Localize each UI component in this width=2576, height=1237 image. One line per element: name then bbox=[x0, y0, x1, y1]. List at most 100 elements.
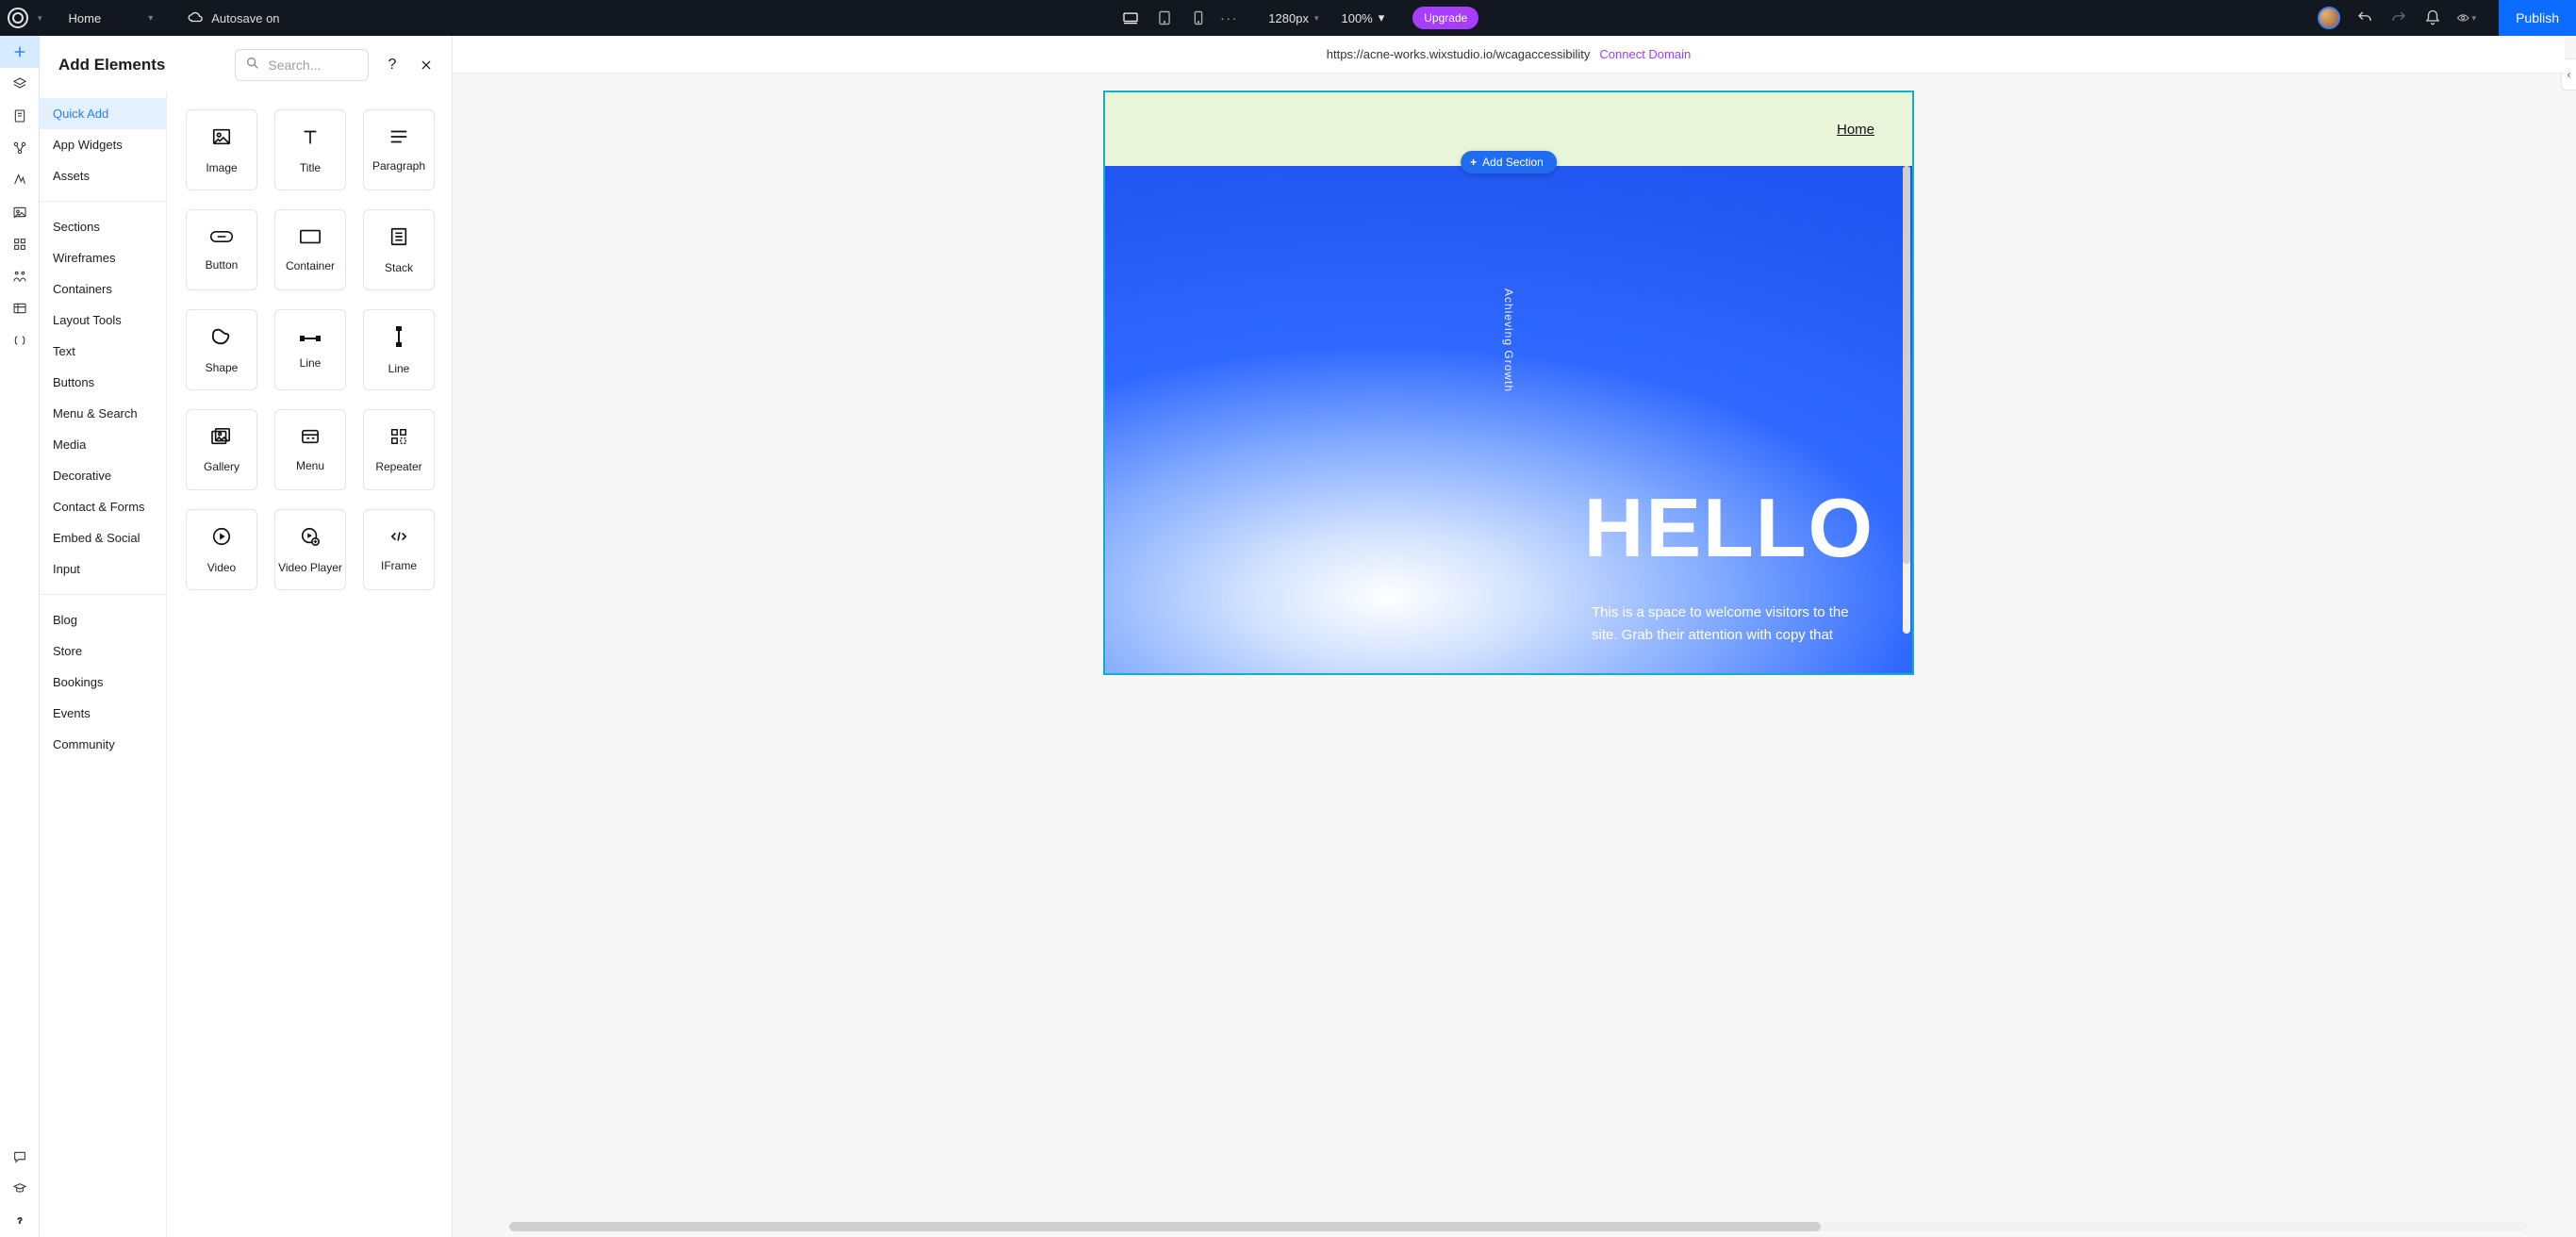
vertical-text[interactable]: Achieving Growth bbox=[1502, 289, 1515, 392]
element-video[interactable]: Video bbox=[186, 509, 257, 590]
device-desktop-button[interactable] bbox=[1118, 6, 1143, 30]
topbar-right: ▾ Publish bbox=[2318, 0, 2576, 36]
category-assets[interactable]: Assets bbox=[40, 160, 166, 191]
rail-add-elements[interactable] bbox=[0, 36, 40, 68]
search-input[interactable] bbox=[268, 58, 358, 73]
rail-code[interactable] bbox=[0, 324, 40, 356]
category-store[interactable]: Store bbox=[40, 635, 166, 667]
container-icon bbox=[299, 228, 322, 250]
element-video-player[interactable]: Video Player bbox=[274, 509, 346, 590]
rail-learn[interactable] bbox=[0, 1173, 40, 1205]
page-selector[interactable]: Home ▾ bbox=[59, 8, 163, 29]
upgrade-button[interactable]: Upgrade bbox=[1412, 7, 1478, 29]
rail-business[interactable] bbox=[0, 260, 40, 292]
canvas-width-value: 1280px bbox=[1268, 11, 1309, 25]
hero-section[interactable]: Achieving Growth HELLO This is a space t… bbox=[1105, 166, 1912, 673]
hero-subcopy[interactable]: This is a space to welcome visitors to t… bbox=[1592, 602, 1874, 647]
category-menu-search[interactable]: Menu & Search bbox=[40, 398, 166, 429]
element-menu[interactable]: Menu bbox=[274, 409, 346, 490]
preview-button[interactable]: ▾ bbox=[2457, 8, 2476, 27]
connect-domain-link[interactable]: Connect Domain bbox=[1599, 47, 1691, 61]
topbar-left: ▾ Home ▾ Autosave on bbox=[0, 8, 280, 29]
element-title[interactable]: Title bbox=[274, 109, 346, 190]
category-app-widgets[interactable]: App Widgets bbox=[40, 129, 166, 160]
rail-help[interactable]: ? bbox=[0, 1205, 40, 1237]
category-layout-tools[interactable]: Layout Tools bbox=[40, 305, 166, 336]
help-button[interactable]: ? bbox=[382, 55, 403, 75]
category-community[interactable]: Community bbox=[40, 729, 166, 760]
element-label: Menu bbox=[296, 459, 324, 472]
redo-button[interactable] bbox=[2389, 8, 2408, 27]
nav-link-home[interactable]: Home bbox=[1837, 122, 1874, 138]
rail-apps[interactable] bbox=[0, 228, 40, 260]
close-button[interactable] bbox=[416, 55, 437, 75]
category-contact-forms[interactable]: Contact & Forms bbox=[40, 491, 166, 522]
add-elements-panel: Add Elements ? Quick AddApp WidgetsAsset… bbox=[40, 36, 453, 1237]
site-url: https://acne-works.wixstudio.io/wcagacce… bbox=[1327, 47, 1591, 61]
category-quick-add[interactable]: Quick Add bbox=[40, 98, 166, 129]
menu-icon bbox=[300, 428, 321, 450]
zoom-selector[interactable]: 100% ▾ bbox=[1341, 10, 1384, 25]
category-input[interactable]: Input bbox=[40, 553, 166, 585]
publish-button[interactable]: Publish bbox=[2499, 0, 2576, 36]
rail-media[interactable] bbox=[0, 196, 40, 228]
app-logo[interactable] bbox=[8, 8, 28, 28]
rail-cms[interactable] bbox=[0, 292, 40, 324]
category-wireframes[interactable]: Wireframes bbox=[40, 242, 166, 273]
element-stack[interactable]: Stack bbox=[363, 209, 435, 290]
stack-icon bbox=[388, 226, 409, 252]
hero-heading[interactable]: HELLO bbox=[1584, 487, 1874, 569]
element-label: Shape bbox=[206, 361, 239, 374]
element-label: Button bbox=[206, 258, 239, 272]
category-media[interactable]: Media bbox=[40, 429, 166, 460]
video-player-icon bbox=[299, 526, 322, 552]
category-embed-social[interactable]: Embed & Social bbox=[40, 522, 166, 553]
element-paragraph[interactable]: Paragraph bbox=[363, 109, 435, 190]
device-tablet-button[interactable] bbox=[1152, 6, 1177, 30]
canvas-width-selector[interactable]: 1280px ▾ bbox=[1268, 11, 1318, 25]
rail-theme[interactable] bbox=[0, 164, 40, 196]
category-sections[interactable]: Sections bbox=[40, 211, 166, 242]
category-decorative[interactable]: Decorative bbox=[40, 460, 166, 491]
category-text[interactable]: Text bbox=[40, 336, 166, 367]
category-containers[interactable]: Containers bbox=[40, 273, 166, 305]
category-blog[interactable]: Blog bbox=[40, 604, 166, 635]
element-label: Line bbox=[300, 356, 322, 370]
element-container[interactable]: Container bbox=[274, 209, 346, 290]
rail-pages[interactable] bbox=[0, 100, 40, 132]
element-iframe[interactable]: IFrame bbox=[363, 509, 435, 590]
search-input-wrapper[interactable] bbox=[235, 49, 369, 81]
undo-button[interactable] bbox=[2355, 8, 2374, 27]
more-devices-button[interactable]: ··· bbox=[1220, 11, 1238, 25]
element-label: Stack bbox=[385, 261, 413, 274]
page-canvas[interactable]: Home + Add Section Achieving Growth HELL… bbox=[1103, 91, 1914, 675]
search-icon bbox=[245, 56, 260, 75]
canvas-vertical-scrollbar[interactable] bbox=[1903, 166, 1910, 634]
line-icon bbox=[395, 325, 403, 353]
element-line[interactable]: Line bbox=[274, 309, 346, 390]
canvas-horizontal-scrollbar[interactable] bbox=[509, 1222, 2527, 1231]
chevron-down-icon[interactable]: ▾ bbox=[38, 13, 42, 24]
video-icon bbox=[211, 526, 232, 552]
element-label: Video Player bbox=[278, 561, 342, 574]
rail-layers[interactable] bbox=[0, 68, 40, 100]
element-image[interactable]: Image bbox=[186, 109, 257, 190]
panel-header: Add Elements ? bbox=[40, 36, 452, 92]
element-line[interactable]: Line bbox=[363, 309, 435, 390]
element-button[interactable]: Button bbox=[186, 209, 257, 290]
rail-site-structure[interactable] bbox=[0, 132, 40, 164]
element-label: IFrame bbox=[381, 559, 417, 572]
category-bookings[interactable]: Bookings bbox=[40, 667, 166, 698]
device-mobile-button[interactable] bbox=[1186, 6, 1211, 30]
element-label: Container bbox=[286, 259, 335, 272]
category-buttons[interactable]: Buttons bbox=[40, 367, 166, 398]
add-section-button[interactable]: + Add Section bbox=[1461, 151, 1557, 173]
avatar[interactable] bbox=[2318, 7, 2340, 29]
element-gallery[interactable]: Gallery bbox=[186, 409, 257, 490]
rail-comments[interactable] bbox=[0, 1141, 40, 1173]
notifications-button[interactable] bbox=[2423, 8, 2442, 27]
element-repeater[interactable]: Repeater bbox=[363, 409, 435, 490]
element-shape[interactable]: Shape bbox=[186, 309, 257, 390]
category-events[interactable]: Events bbox=[40, 698, 166, 729]
page-name: Home bbox=[69, 11, 102, 25]
